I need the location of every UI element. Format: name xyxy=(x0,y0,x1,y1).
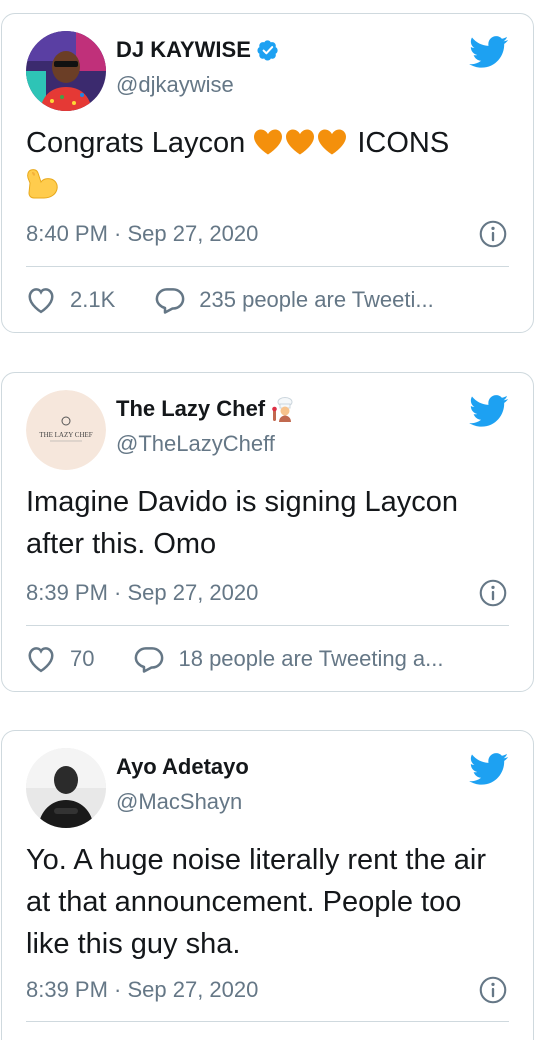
verified-badge-icon xyxy=(257,39,279,61)
tweet-card[interactable]: THE LAZY CHEF The Lazy Chef @TheLazyChef… xyxy=(1,372,534,692)
display-name[interactable]: DJ KAYWISE xyxy=(116,37,251,63)
reply-summary-link[interactable]: 18 people are Tweeting a... xyxy=(178,646,443,672)
tweet-text-part: Congrats Laycon xyxy=(26,127,254,159)
divider xyxy=(26,266,509,267)
avatar[interactable]: THE LAZY CHEF xyxy=(26,390,106,470)
tweet-timestamp[interactable]: 8:40 PM · Sep 27, 2020 xyxy=(26,221,258,247)
tweet-actions: 70 18 people are Tweeting a... xyxy=(26,645,444,673)
reply-summary-link[interactable]: 235 people are Tweeti... xyxy=(199,287,433,313)
heart-icon[interactable] xyxy=(26,645,56,673)
twitter-bird-icon[interactable] xyxy=(469,36,509,69)
tweet-text: Yo. A huge noise literally rent the air … xyxy=(26,844,487,960)
tweet-card[interactable]: DJ KAYWISE @djkaywise Congrats Laycon IC… xyxy=(1,13,534,333)
orange-heart-icon xyxy=(253,128,283,156)
user-handle[interactable]: @MacShayn xyxy=(116,789,242,815)
tweet-timestamp[interactable]: 8:39 PM · Sep 27, 2020 xyxy=(26,580,258,606)
orange-heart-icon xyxy=(317,128,347,156)
like-count[interactable]: 70 xyxy=(70,646,94,672)
twitter-bird-icon[interactable] xyxy=(469,395,509,428)
reply-icon[interactable] xyxy=(155,286,185,314)
chef-emoji-icon xyxy=(271,396,297,422)
tweet-text-part: ICONS xyxy=(349,127,450,159)
tweet-text: Congrats Laycon ICONS xyxy=(26,122,506,206)
tweet-actions: 2.1K 235 people are Tweeti... xyxy=(26,286,434,314)
avatar-logo-text: THE LAZY CHEF xyxy=(39,431,93,439)
divider xyxy=(26,625,509,626)
info-icon[interactable] xyxy=(479,976,507,1004)
divider xyxy=(26,1021,509,1022)
user-handle[interactable]: @djkaywise xyxy=(116,72,234,98)
display-name[interactable]: The Lazy Chef xyxy=(116,396,265,422)
flexed-biceps-icon xyxy=(26,166,60,200)
tweet-timestamp[interactable]: 8:39 PM · Sep 27, 2020 xyxy=(26,977,258,1003)
display-name[interactable]: Ayo Adetayo xyxy=(116,754,249,780)
avatar[interactable] xyxy=(26,748,106,828)
info-icon[interactable] xyxy=(479,579,507,607)
reply-icon[interactable] xyxy=(134,645,164,673)
tweet-card[interactable]: Ayo Adetayo @MacShayn Yo. A huge noise l… xyxy=(1,730,534,1040)
tweet-text: Imagine Davido is signing Laycon after t… xyxy=(26,486,459,560)
user-handle[interactable]: @TheLazyCheff xyxy=(116,431,275,457)
twitter-bird-icon[interactable] xyxy=(469,753,509,786)
avatar[interactable] xyxy=(26,31,106,111)
info-icon[interactable] xyxy=(479,220,507,248)
orange-heart-icon xyxy=(285,128,315,156)
like-count[interactable]: 2.1K xyxy=(70,287,115,313)
heart-icon[interactable] xyxy=(26,286,56,314)
